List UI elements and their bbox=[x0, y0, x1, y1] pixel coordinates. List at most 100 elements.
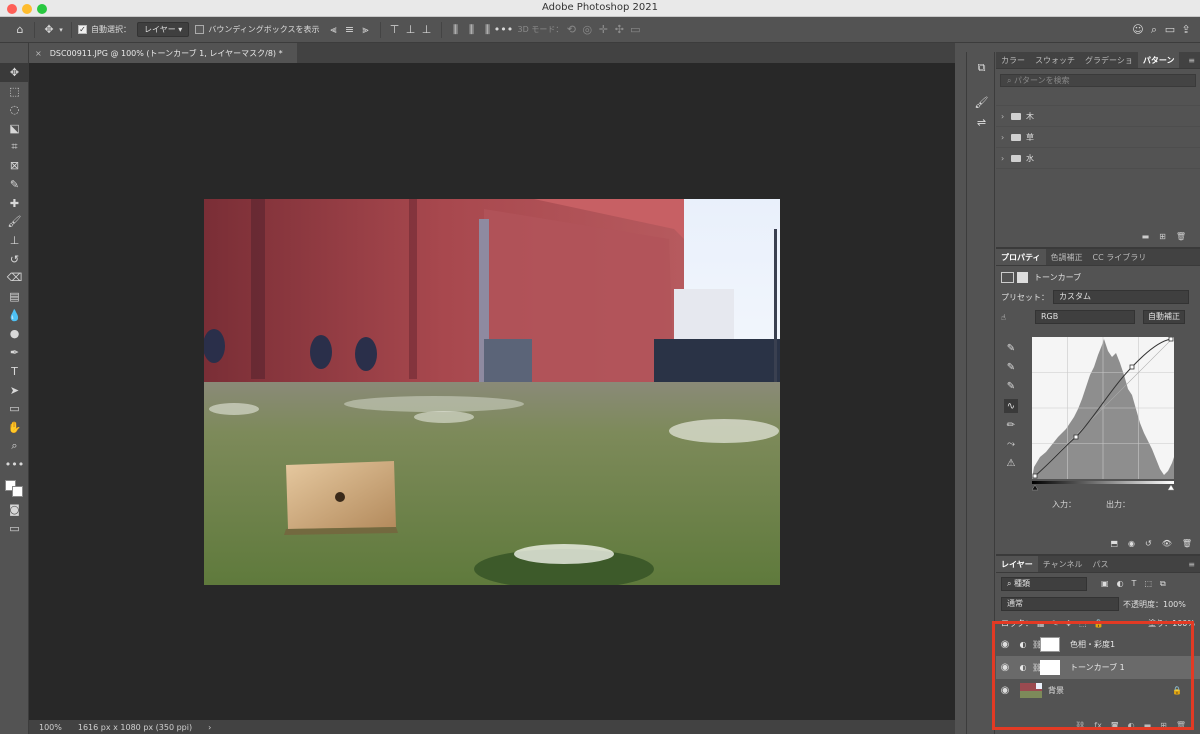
new-adjustment-icon[interactable]: ◐ bbox=[1128, 721, 1135, 730]
align-center-icon[interactable]: ≡ bbox=[342, 22, 358, 38]
lock-position-icon[interactable]: ✥ bbox=[1065, 619, 1072, 628]
status-arrow-icon[interactable]: › bbox=[208, 723, 211, 732]
clip-to-layer-icon[interactable]: ⬒ bbox=[1110, 539, 1118, 548]
marquee-tool-icon[interactable]: ⬚ bbox=[0, 82, 29, 101]
tab-paths[interactable]: パス bbox=[1088, 556, 1114, 572]
share-icon[interactable]: ⇪ bbox=[1178, 22, 1194, 38]
lasso-tool-icon[interactable]: ◌ bbox=[0, 100, 29, 119]
3d-rotate-icon[interactable]: ⟲ bbox=[563, 22, 579, 38]
curves-graph[interactable] bbox=[1032, 337, 1174, 479]
fill-value[interactable]: 100% bbox=[1172, 619, 1195, 628]
lock-pixels-icon[interactable]: ✎ bbox=[1052, 619, 1059, 628]
3d-scale-icon[interactable]: ▭ bbox=[627, 22, 643, 38]
move-tool-icon[interactable]: ✥ bbox=[41, 22, 57, 38]
lock-all-icon[interactable]: 🔒 bbox=[1094, 619, 1104, 628]
new-group-icon[interactable]: ▬ bbox=[1142, 232, 1150, 241]
add-mask-icon[interactable]: ◙ bbox=[1111, 721, 1119, 730]
distribute-h-icon[interactable]: ⫼ bbox=[464, 22, 480, 38]
preset-dropdown[interactable]: カスタム bbox=[1053, 290, 1189, 304]
hand-tool-icon[interactable]: ✋ bbox=[0, 418, 29, 437]
eye-icon[interactable]: ◉ bbox=[996, 662, 1014, 673]
smooth-icon[interactable]: ⤳ bbox=[1004, 437, 1018, 451]
delete-icon[interactable]: 🗑 bbox=[1176, 232, 1186, 241]
auto-select-checkbox[interactable]: ✓ bbox=[78, 25, 87, 34]
shape-tool-icon[interactable]: ▭ bbox=[0, 399, 29, 418]
tab-properties[interactable]: プロパティ bbox=[996, 249, 1046, 265]
gradient-tool-icon[interactable]: ▤ bbox=[0, 287, 29, 306]
background-color[interactable] bbox=[12, 486, 23, 498]
bounding-box-checkbox[interactable] bbox=[195, 25, 205, 34]
layer-name[interactable]: トーンカーブ 1 bbox=[1070, 662, 1125, 673]
layer-row[interactable]: ◉ ◐ ⛓ 色相・彩度1 bbox=[996, 633, 1200, 656]
workspace-icon[interactable]: ▭ bbox=[1162, 22, 1178, 38]
align-top-icon[interactable]: ⊤ bbox=[387, 22, 403, 38]
link-layers-icon[interactable]: ⛓ bbox=[1075, 721, 1085, 730]
filter-type-icon[interactable]: T bbox=[1132, 579, 1137, 589]
eye-icon[interactable]: ◉ bbox=[996, 685, 1014, 696]
document-image[interactable] bbox=[204, 199, 780, 585]
quick-mask-icon[interactable]: ◙ bbox=[0, 500, 29, 519]
distribute-icon[interactable]: ⫼ bbox=[448, 22, 464, 38]
align-right-icon[interactable]: ⫸ bbox=[358, 22, 374, 38]
eyedropper-tool-icon[interactable]: ✎ bbox=[0, 175, 29, 194]
pattern-group[interactable]: › 木 bbox=[996, 106, 1200, 127]
document-tab[interactable]: × DSC00911.JPG @ 100% (トーンカーブ 1, レイヤーマスク… bbox=[29, 43, 297, 63]
move-tool-icon[interactable]: ✥ bbox=[0, 63, 29, 82]
link-icon[interactable]: ⛓ bbox=[1032, 663, 1042, 672]
tab-layers[interactable]: レイヤー bbox=[996, 556, 1038, 572]
path-select-tool-icon[interactable]: ➤ bbox=[0, 381, 29, 400]
more-options-icon[interactable]: ••• bbox=[494, 22, 513, 38]
adjustments-icon[interactable]: ⇌ bbox=[967, 112, 996, 132]
lock-transparency-icon[interactable]: ▦ bbox=[1037, 619, 1045, 628]
3d-slide-icon[interactable]: ✣ bbox=[611, 22, 627, 38]
new-pattern-icon[interactable]: ⊞ bbox=[1159, 232, 1166, 241]
color-swatches[interactable] bbox=[0, 474, 28, 500]
home-icon[interactable]: ⌂ bbox=[12, 22, 28, 38]
align-middle-icon[interactable]: ⊥ bbox=[403, 22, 419, 38]
user-icon[interactable]: ☺ bbox=[1130, 22, 1146, 38]
layer-name[interactable]: 背景 bbox=[1048, 685, 1064, 696]
brush-tool-icon[interactable]: 🖌 bbox=[0, 213, 29, 232]
view-previous-icon[interactable]: ◉ bbox=[1128, 539, 1135, 548]
layer-name[interactable]: 色相・彩度1 bbox=[1070, 639, 1115, 650]
search-icon[interactable]: ⌕ bbox=[1146, 22, 1162, 38]
curves-gradient-slider[interactable] bbox=[1032, 481, 1174, 491]
panel-menu-icon[interactable]: ≡ bbox=[1183, 556, 1200, 572]
pattern-group[interactable]: › 水 bbox=[996, 148, 1200, 169]
eraser-tool-icon[interactable]: ⌫ bbox=[0, 269, 29, 288]
filter-pixel-icon[interactable]: ▣ bbox=[1101, 579, 1109, 589]
tab-channels[interactable]: チャンネル bbox=[1038, 556, 1088, 572]
eye-icon[interactable]: ◉ bbox=[996, 639, 1014, 650]
tab-color[interactable]: カラー bbox=[996, 52, 1030, 68]
clipping-warning-icon[interactable]: ⚠ bbox=[1004, 456, 1018, 470]
target-adjust-icon[interactable]: ☝ bbox=[1001, 313, 1025, 322]
lock-icon[interactable]: 🔒 bbox=[1172, 686, 1182, 695]
screen-mode-icon[interactable]: ▭ bbox=[0, 519, 29, 538]
delete-icon[interactable]: 🗑 bbox=[1182, 539, 1192, 548]
opacity-value[interactable]: 100% bbox=[1163, 600, 1186, 609]
layer-mask-thumbnail[interactable] bbox=[1040, 637, 1060, 652]
tab-swatches[interactable]: スウォッチ bbox=[1030, 52, 1080, 68]
object-select-tool-icon[interactable]: ⬕ bbox=[0, 119, 29, 138]
3d-roll-icon[interactable]: ◎ bbox=[579, 22, 595, 38]
curve-edit-icon[interactable]: ∿ bbox=[1004, 399, 1018, 413]
history-brush-icon[interactable]: ↺ bbox=[0, 250, 29, 269]
tab-cc-libraries[interactable]: CC ライブラリ bbox=[1088, 249, 1152, 265]
align-left-icon[interactable]: ⫷ bbox=[326, 22, 342, 38]
align-bottom-icon[interactable]: ⊥ bbox=[419, 22, 435, 38]
healing-tool-icon[interactable]: ✚ bbox=[0, 194, 29, 213]
more-tools-icon[interactable]: ••• bbox=[0, 455, 29, 474]
zoom-level[interactable]: 100% bbox=[39, 723, 62, 732]
black-point-eyedropper-icon[interactable]: ✎ bbox=[1004, 341, 1018, 355]
brush-settings-icon[interactable]: 🖌 bbox=[967, 92, 996, 112]
zoom-tool-icon[interactable]: ⌕ bbox=[0, 437, 29, 456]
chevron-down-icon[interactable]: ▾ bbox=[57, 22, 65, 38]
history-icon[interactable]: ⧉ bbox=[967, 58, 996, 78]
reset-icon[interactable]: ↺ bbox=[1145, 539, 1152, 548]
mask-icon[interactable] bbox=[1017, 271, 1028, 283]
white-point-eyedropper-icon[interactable]: ✎ bbox=[1004, 379, 1018, 393]
lock-artboard-icon[interactable]: ⬚ bbox=[1079, 619, 1087, 628]
new-layer-icon[interactable]: ⊞ bbox=[1160, 721, 1167, 730]
filter-shape-icon[interactable]: ⬚ bbox=[1144, 579, 1152, 589]
panel-menu-icon[interactable]: ≡ bbox=[1183, 52, 1200, 68]
